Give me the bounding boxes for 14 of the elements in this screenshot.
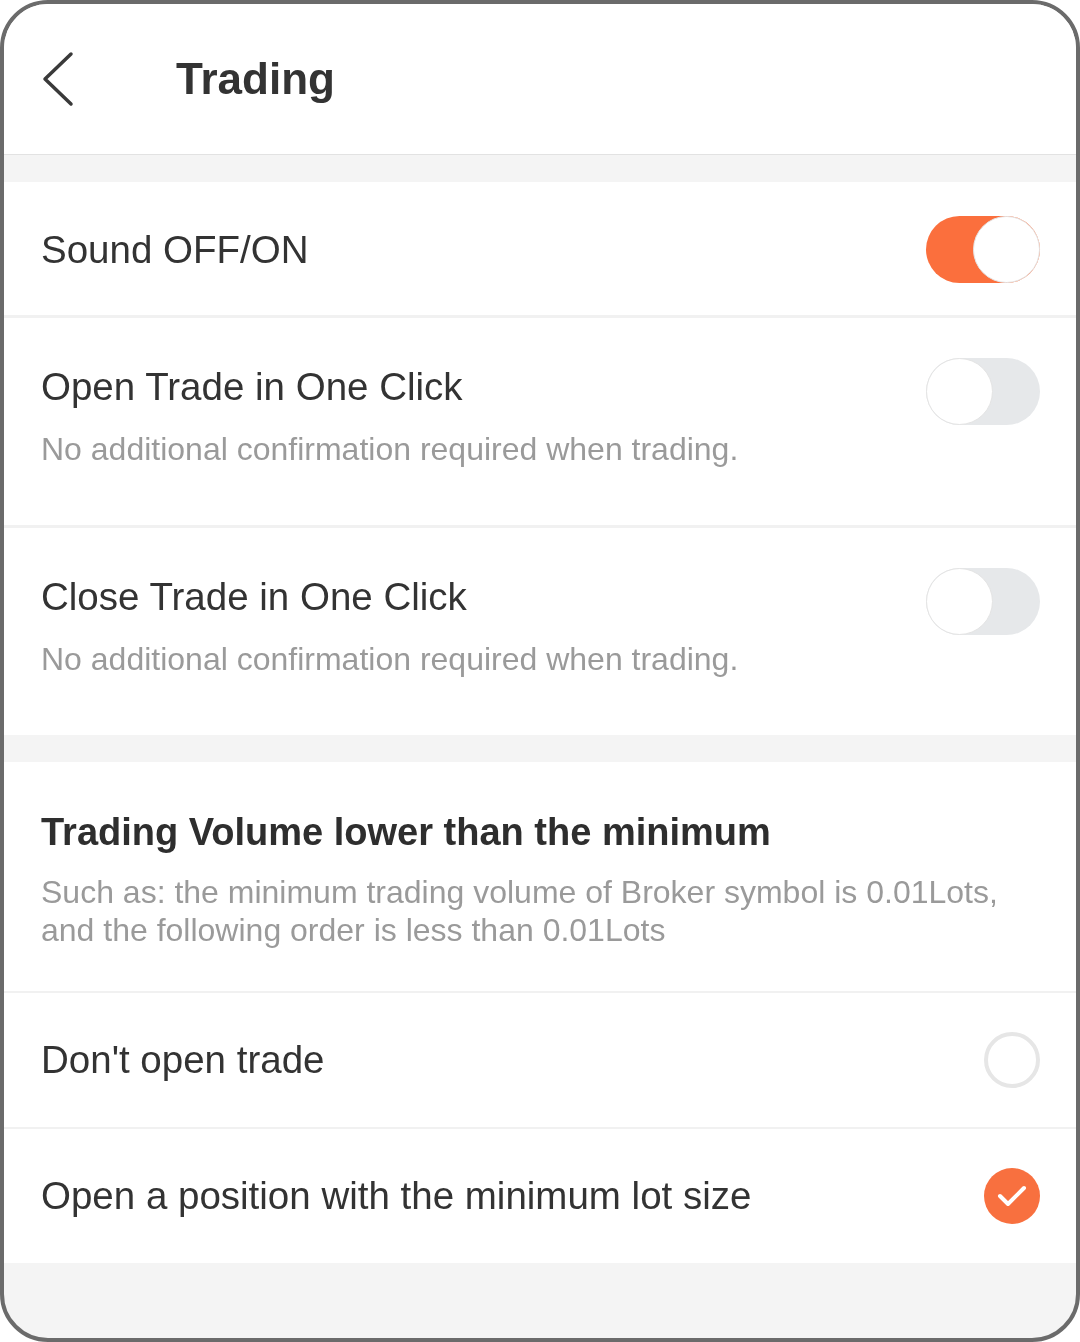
- setting-description: No additional confirmation required when trading.: [41, 430, 739, 468]
- setting-label: Sound OFF/ON: [41, 228, 309, 272]
- page-title: Trading: [176, 57, 335, 101]
- chevron-left-icon: [41, 51, 75, 107]
- section-heading: Trading Volume lower than the minimum: [41, 810, 772, 855]
- radio-button[interactable]: [984, 1168, 1040, 1224]
- option-label: Open a position with the minimum lot size: [41, 1174, 752, 1218]
- setting-label: Open Trade in One Click: [41, 365, 464, 409]
- section-description: Such as: the minimum trading volume of Broker symbol is 0.01Lots, and the following order is less than 0.01Lots: [41, 873, 999, 949]
- setting-label: Close Trade in One Click: [41, 575, 468, 619]
- option-label: Don't open trade: [41, 1038, 325, 1082]
- setting-description: No additional confirmation required when trading.: [41, 640, 739, 678]
- check-icon: [997, 1185, 1027, 1207]
- radio-button[interactable]: [984, 1032, 1040, 1088]
